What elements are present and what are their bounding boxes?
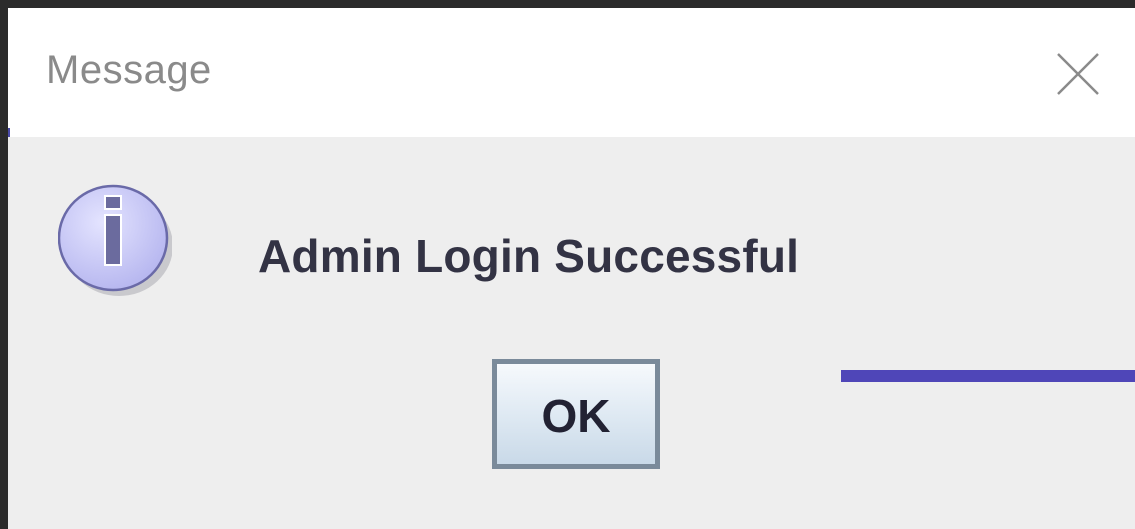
window-frame-top <box>0 0 1135 8</box>
ok-button[interactable]: OK <box>492 359 660 469</box>
dialog-content: Admin Login Successful OK <box>8 137 1135 529</box>
background-accent-line <box>841 370 1135 382</box>
dialog-titlebar[interactable]: Message <box>8 8 1135 137</box>
window-frame-left <box>0 0 8 529</box>
message-dialog: Message Admin Login Successful OK <box>8 8 1135 529</box>
info-icon <box>57 180 173 298</box>
message-text: Admin Login Successful <box>258 230 800 282</box>
close-icon <box>1057 53 1099 95</box>
dialog-title: Message <box>46 48 212 92</box>
close-button[interactable] <box>1038 34 1118 114</box>
ok-button-label: OK <box>541 390 611 442</box>
